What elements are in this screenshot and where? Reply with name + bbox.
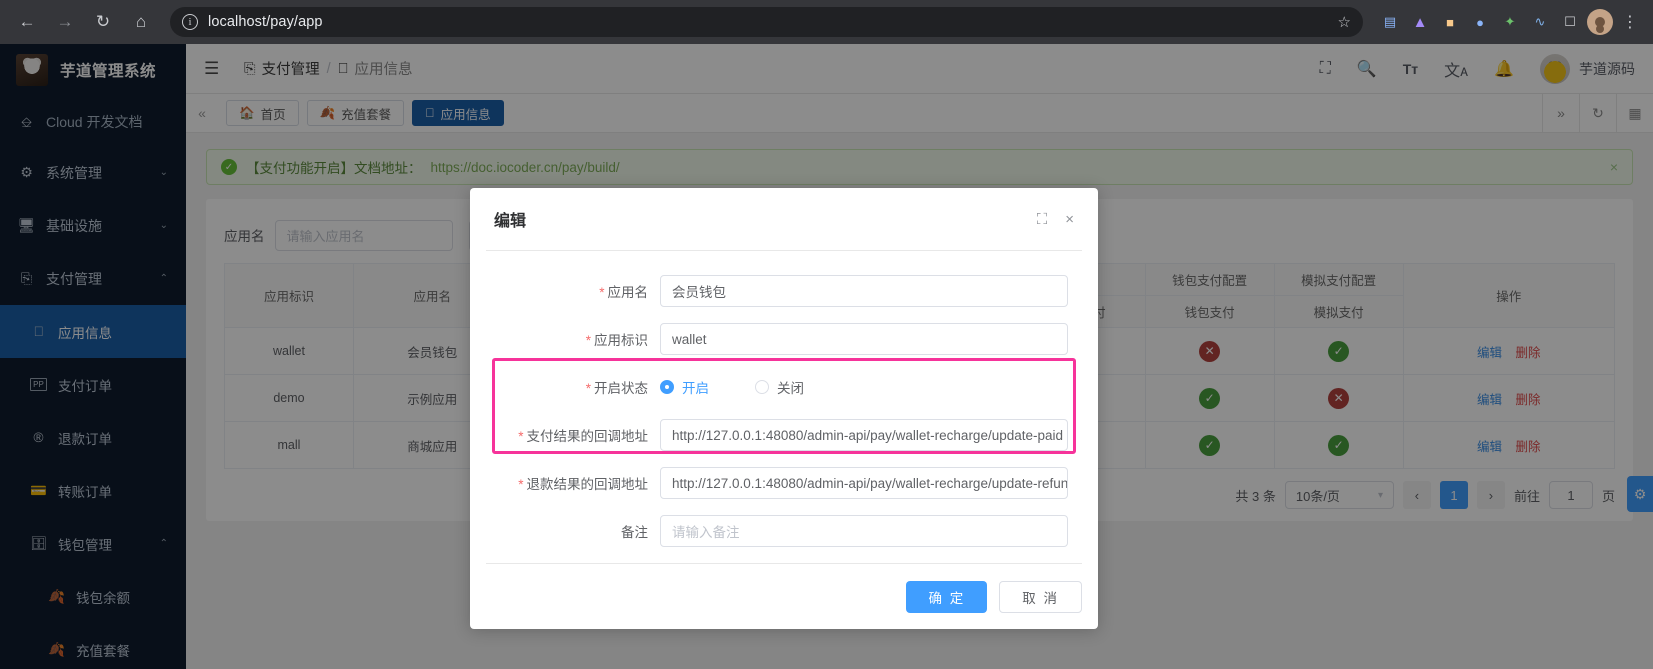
extension-icon-7[interactable]: ☐ bbox=[1557, 9, 1583, 35]
fullscreen-icon[interactable]: ⛶ bbox=[1037, 211, 1048, 228]
field-label-status: *开启状态 bbox=[500, 377, 660, 397]
required-asterisk: * bbox=[518, 429, 523, 444]
back-arrow-icon[interactable]: ← bbox=[10, 5, 44, 39]
field-row-refund-notify: * 退款结果的回调地址 http://127.0.0.1:48080/admin-… bbox=[470, 459, 1098, 507]
field-label-text: 退款结果的回调地址 bbox=[527, 477, 649, 492]
field-row-app-code: *应用标识 wallet bbox=[470, 315, 1098, 363]
radio-dot-icon bbox=[755, 380, 769, 394]
field-label-pay-notify: * 支付结果的回调地址 bbox=[500, 425, 660, 445]
extensions-area: ▤ ▲ ■ ● ✦ ∿ ☐ ⋮ bbox=[1377, 9, 1643, 35]
browser-menu-icon[interactable]: ⋮ bbox=[1617, 9, 1643, 35]
radio-dot-icon bbox=[660, 380, 674, 394]
extension-icon-1[interactable]: ▤ bbox=[1377, 9, 1403, 35]
site-info-icon[interactable]: i bbox=[182, 14, 198, 30]
home-icon[interactable]: ⌂ bbox=[124, 5, 158, 39]
field-label-text: 应用标识 bbox=[594, 333, 648, 348]
required-asterisk: * bbox=[599, 285, 604, 300]
extension-icon-4[interactable]: ● bbox=[1467, 9, 1493, 35]
required-asterisk: * bbox=[518, 477, 523, 492]
field-row-status: *开启状态 开启 关闭 bbox=[470, 363, 1098, 411]
profile-avatar[interactable] bbox=[1587, 9, 1613, 35]
browser-toolbar: ← → ↻ ⌂ i localhost/pay/app ☆ ▤ ▲ ■ ● ✦ … bbox=[0, 0, 1653, 44]
close-icon[interactable]: × bbox=[1065, 211, 1074, 228]
forward-arrow-icon[interactable]: → bbox=[48, 5, 82, 39]
field-label-text: 开启状态 bbox=[594, 381, 648, 396]
radio-status-off[interactable]: 关闭 bbox=[755, 377, 804, 397]
edit-dialog: 编辑 ⛶ × *应用名 会员钱包 *应用标识 wallet *开启状态 bbox=[470, 188, 1098, 629]
refund-notify-url-input[interactable]: http://127.0.0.1:48080/admin-api/pay/wal… bbox=[660, 467, 1068, 499]
field-label-text: 应用名 bbox=[608, 285, 649, 300]
bookmark-star-icon[interactable]: ☆ bbox=[1338, 13, 1351, 31]
dialog-title: 编辑 bbox=[494, 207, 526, 231]
radio-label: 关闭 bbox=[777, 377, 804, 397]
app-name-input[interactable]: 会员钱包 bbox=[660, 275, 1068, 307]
cancel-button[interactable]: 取 消 bbox=[999, 581, 1082, 613]
field-label-app-code: *应用标识 bbox=[500, 329, 660, 349]
extension-icon-6[interactable]: ∿ bbox=[1527, 9, 1553, 35]
dialog-body: *应用名 会员钱包 *应用标识 wallet *开启状态 开启 关闭 bbox=[470, 251, 1098, 563]
reload-icon[interactable]: ↻ bbox=[86, 5, 120, 39]
field-label-text: 支付结果的回调地址 bbox=[527, 429, 649, 444]
field-label-app-name: * 应用名 bbox=[500, 281, 660, 301]
extension-icon-5[interactable]: ✦ bbox=[1497, 9, 1523, 35]
field-row-pay-notify: * 支付结果的回调地址 http://127.0.0.1:48080/admin-… bbox=[470, 411, 1098, 459]
confirm-button[interactable]: 确 定 bbox=[906, 581, 987, 613]
field-row-app-name: * 应用名 会员钱包 bbox=[470, 267, 1098, 315]
address-bar[interactable]: i localhost/pay/app ☆ bbox=[170, 7, 1363, 37]
required-asterisk: * bbox=[586, 381, 591, 396]
extension-icon-3[interactable]: ■ bbox=[1437, 9, 1463, 35]
dialog-footer: 确 定 取 消 bbox=[486, 563, 1082, 629]
status-radio-group: 开启 关闭 bbox=[660, 377, 1068, 397]
address-bar-url: localhost/pay/app bbox=[208, 14, 323, 30]
field-row-remark: 备注 请输入备注 bbox=[470, 507, 1098, 555]
field-label-remark: 备注 bbox=[500, 521, 660, 541]
radio-status-on[interactable]: 开启 bbox=[660, 377, 709, 397]
remark-input[interactable]: 请输入备注 bbox=[660, 515, 1068, 547]
dialog-header: 编辑 ⛶ × bbox=[470, 188, 1098, 250]
required-asterisk: * bbox=[586, 333, 591, 348]
field-label-refund-notify: * 退款结果的回调地址 bbox=[500, 473, 660, 493]
dialog-header-tools: ⛶ × bbox=[1037, 211, 1074, 228]
app-code-input[interactable]: wallet bbox=[660, 323, 1068, 355]
extension-icon-2[interactable]: ▲ bbox=[1407, 9, 1433, 35]
pay-notify-url-input[interactable]: http://127.0.0.1:48080/admin-api/pay/wal… bbox=[660, 419, 1068, 451]
radio-label: 开启 bbox=[682, 377, 709, 397]
